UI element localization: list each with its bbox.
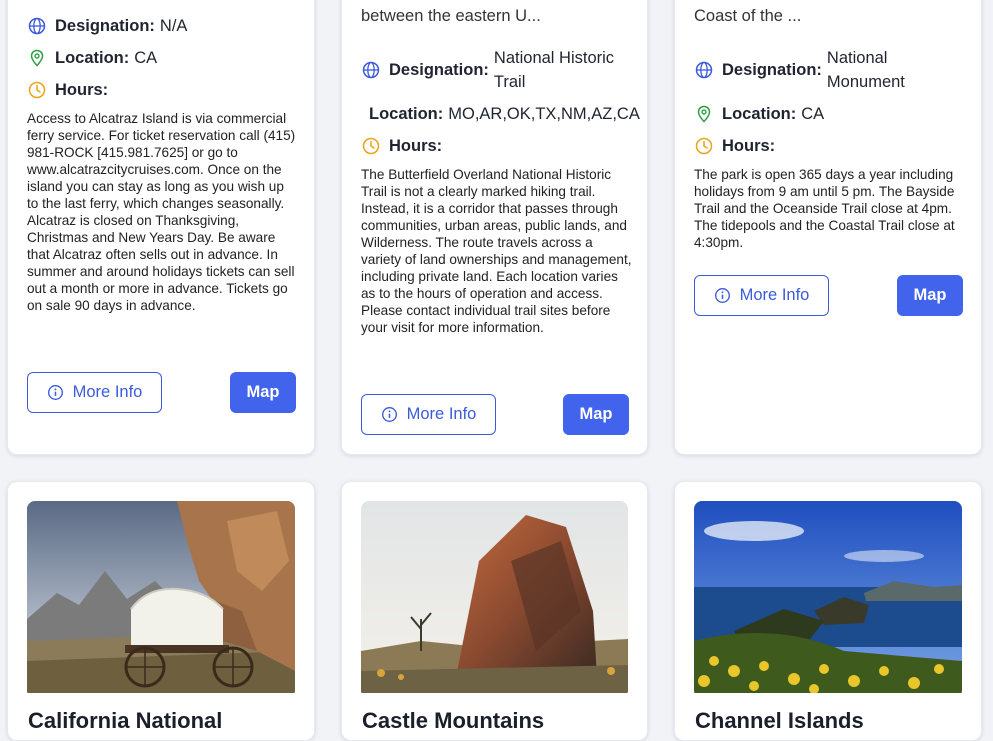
more-info-label: More Info bbox=[72, 383, 143, 401]
park-card-cabrillo: Coast of the ... Designation: National M… bbox=[674, 0, 982, 455]
info-icon bbox=[381, 407, 397, 422]
location-row: Location: CA bbox=[694, 102, 824, 126]
park-photo[interactable] bbox=[361, 501, 628, 698]
more-info-button[interactable]: More Info bbox=[694, 275, 829, 316]
hours-description: Access to Alcatraz Island is via commerc… bbox=[27, 111, 296, 313]
hours-label: Hours: bbox=[55, 81, 109, 99]
park-title[interactable]: California National bbox=[28, 708, 222, 734]
more-info-label: More Info bbox=[739, 286, 810, 304]
info-icon bbox=[714, 288, 730, 303]
map-button[interactable]: Map bbox=[230, 372, 296, 413]
clock-icon bbox=[28, 81, 46, 99]
park-photo[interactable] bbox=[27, 501, 295, 698]
hours-label: Hours: bbox=[389, 137, 443, 155]
more-info-button[interactable]: More Info bbox=[27, 372, 162, 413]
map-button[interactable]: Map bbox=[563, 394, 629, 435]
globe-icon bbox=[28, 17, 46, 35]
hours-description: The Butterfield Overland National Histor… bbox=[361, 167, 632, 335]
location-row: Location: CA bbox=[27, 46, 157, 70]
hours-description: The park is open 365 days a year includi… bbox=[694, 167, 955, 250]
park-title[interactable]: Channel Islands bbox=[695, 708, 864, 734]
map-pin-icon bbox=[697, 105, 711, 123]
park-card-alcatraz: Designation: N/A Location: CA Hours: Acc… bbox=[7, 0, 315, 455]
designation-label: Designation: bbox=[389, 61, 489, 79]
park-card-california-national: California National bbox=[7, 481, 315, 741]
designation-row: Designation: N/A bbox=[27, 14, 187, 38]
globe-icon bbox=[362, 61, 380, 79]
hours-label: Hours: bbox=[722, 137, 776, 155]
map-button[interactable]: Map bbox=[897, 275, 963, 316]
park-card-butterfield: between the eastern U... Designation: Na… bbox=[341, 0, 648, 455]
clock-icon bbox=[695, 137, 713, 155]
location-value: CA bbox=[134, 49, 158, 67]
map-pin-icon bbox=[30, 49, 44, 67]
description-snippet: Coast of the ... bbox=[694, 7, 802, 25]
park-title[interactable]: Castle Mountains bbox=[362, 708, 544, 734]
designation-label: Designation: bbox=[55, 17, 155, 35]
location-label: Location: bbox=[722, 105, 797, 123]
more-info-button[interactable]: More Info bbox=[361, 394, 496, 435]
info-icon bbox=[47, 385, 63, 400]
designation-value: National Historic Trail bbox=[493, 49, 615, 91]
clock-icon bbox=[362, 137, 380, 155]
location-label: Location: bbox=[369, 105, 444, 123]
location-row: Location: MO,AR,OK,TX,NM,AZ,CA bbox=[369, 102, 640, 126]
more-info-label: More Info bbox=[406, 405, 477, 423]
designation-row: Designation: National Monument bbox=[694, 46, 947, 94]
hours-row: Hours: bbox=[361, 134, 447, 158]
location-label: Location: bbox=[55, 49, 130, 67]
park-card-channel-islands: Channel Islands bbox=[674, 481, 982, 741]
location-value: CA bbox=[801, 105, 825, 123]
designation-value: National Monument bbox=[826, 49, 905, 91]
designation-row: Designation: National Historic Trail bbox=[361, 46, 634, 94]
hours-row: Hours: bbox=[694, 134, 780, 158]
globe-icon bbox=[695, 61, 713, 79]
designation-value: N/A bbox=[159, 17, 188, 35]
park-photo[interactable] bbox=[694, 501, 962, 698]
designation-label: Designation: bbox=[722, 61, 822, 79]
hours-row: Hours: bbox=[27, 78, 113, 102]
park-card-castle-mountains: Castle Mountains bbox=[341, 481, 648, 741]
description-snippet: between the eastern U... bbox=[361, 7, 541, 25]
location-value: MO,AR,OK,TX,NM,AZ,CA bbox=[448, 105, 640, 123]
